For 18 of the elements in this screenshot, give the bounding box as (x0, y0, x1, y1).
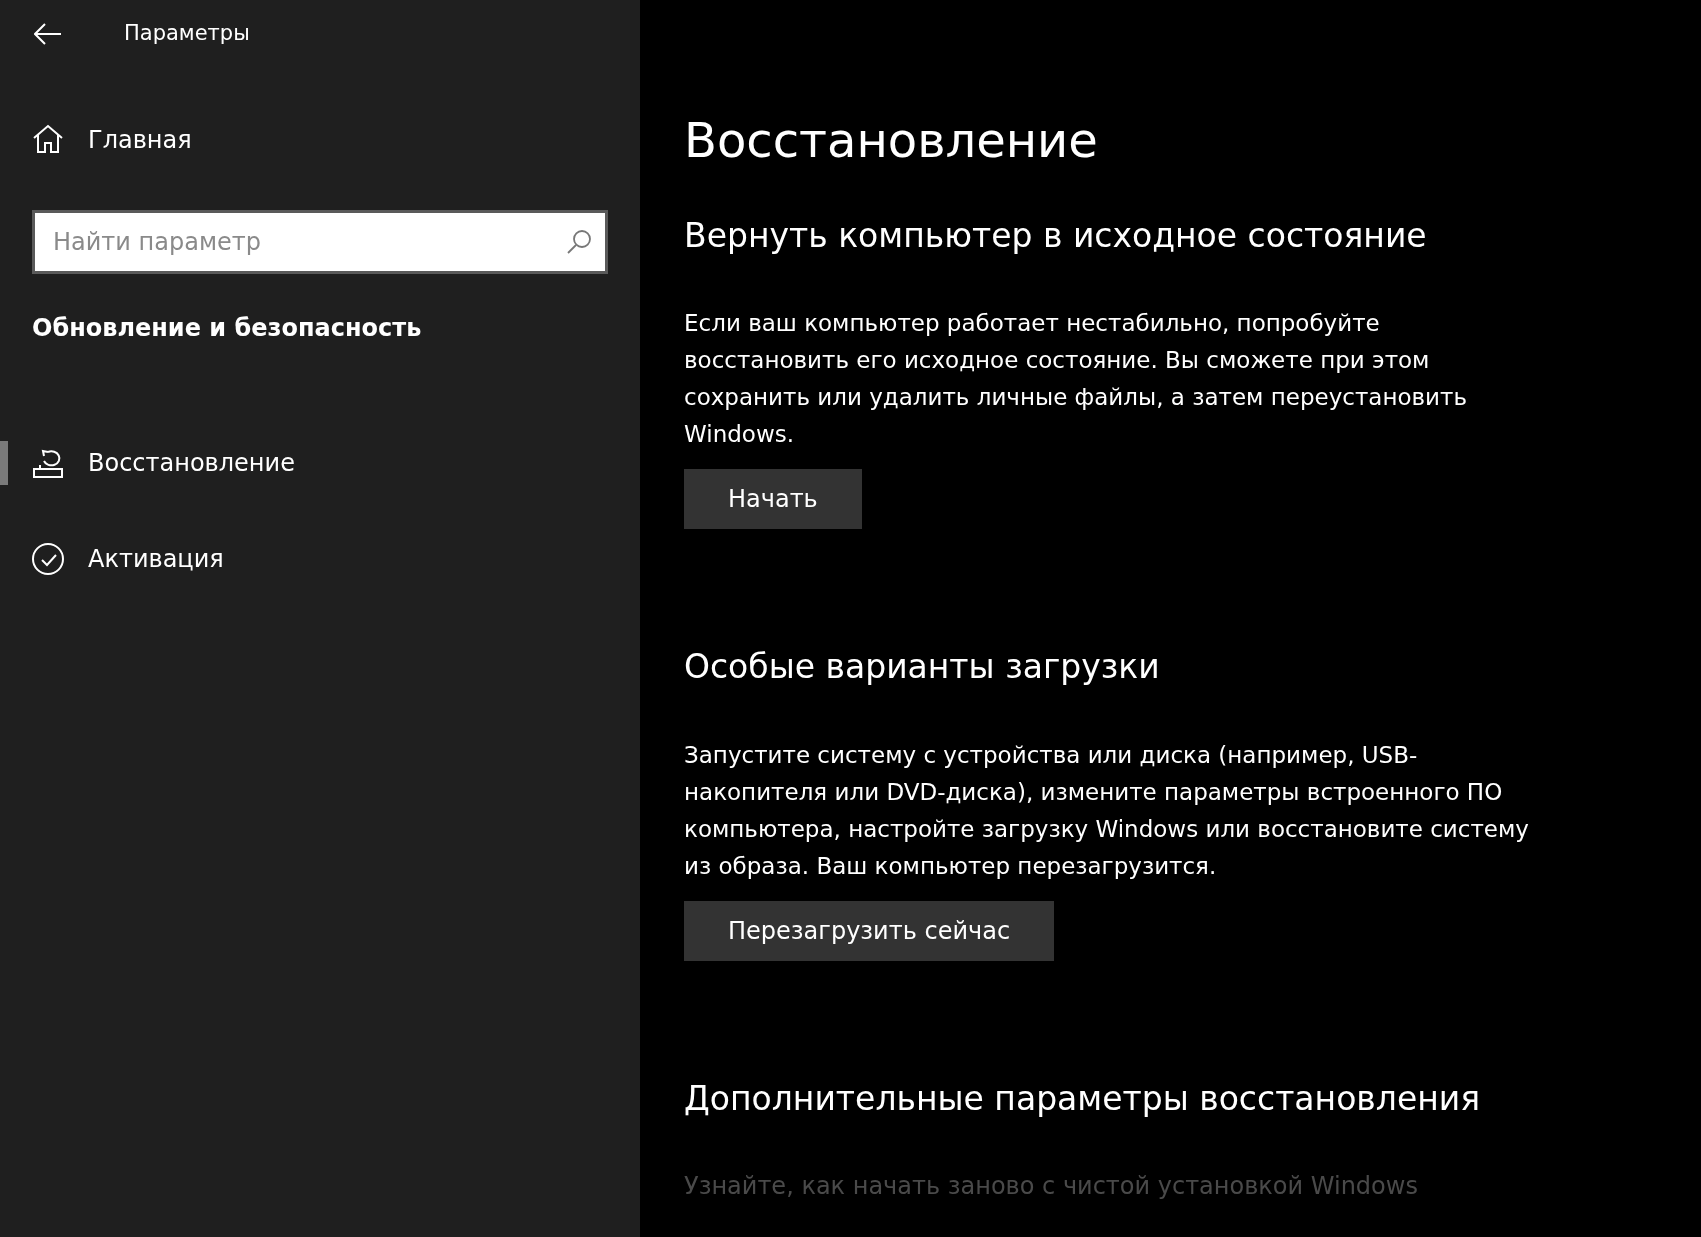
home-nav-item[interactable]: Главная (0, 92, 640, 188)
description-text: Запустите систему с устройства или диска (например, USB-накопителя или DVD-диска), измените параметры встроенного ПО компьютера, настройте загрузку Windows или восстановите систему из образа. Ваш компьютер перезагрузится. (684, 740, 1530, 881)
search-field[interactable]: Найти параметр (32, 210, 608, 274)
sidebar-item[interactable]: Восстановление (0, 414, 640, 511)
sidebar-item[interactable]: Активация (0, 510, 640, 607)
page-title: Восстановление (684, 112, 1099, 170)
section-heading: Дополнительные параметры восстановления (684, 1078, 1482, 1119)
section-heading: Обновление и безопасность (31, 313, 423, 344)
action-button[interactable]: Перезагрузить сейчас (684, 900, 1055, 961)
window-title: Параметры (124, 20, 250, 48)
checkmark-circle-icon (32, 542, 64, 575)
section-heading: Особые варианты загрузки (684, 647, 1161, 687)
section-heading: Вернуть компьютер в исходное состояние (684, 215, 1428, 256)
back-arrow-icon (34, 23, 62, 45)
home-icon (32, 124, 64, 156)
search-icon (566, 229, 592, 255)
description-text: Если ваш компьютер работает нестабильно, попробуйте восстановить его исходное состояние. Вы сможете при этом сохранить или удалить личные файлы, а затем переустановить Windows. (684, 309, 1468, 450)
action-button[interactable]: Начать (684, 469, 862, 530)
